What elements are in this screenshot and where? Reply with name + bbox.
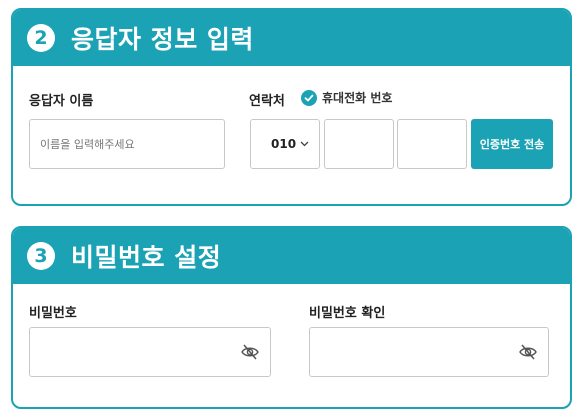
section-header: 2 응답자 정보 입력 — [13, 10, 570, 66]
section-title: 응답자 정보 입력 — [71, 25, 254, 54]
phone-last-input[interactable] — [397, 119, 467, 169]
contact-label: 연락처 — [249, 94, 285, 109]
password-section: 3 비밀번호 설정 비밀번호 비밀번호 확인 — [11, 226, 572, 409]
name-input[interactable] — [29, 119, 225, 169]
section-title: 비밀번호 설정 — [71, 243, 222, 272]
password-confirm-input[interactable] — [309, 327, 549, 377]
phone-middle-input[interactable] — [324, 119, 394, 169]
name-label: 응답자 이름 — [29, 94, 94, 109]
check-circle-icon — [301, 89, 317, 106]
password-label: 비밀번호 — [29, 306, 77, 321]
verified-indicator: 휴대전화 번호 — [301, 89, 392, 106]
password-input[interactable] — [29, 327, 271, 377]
send-verification-button[interactable]: 인증번호 전송 — [471, 119, 553, 169]
step-number-badge: 2 — [27, 24, 55, 52]
respondent-info-section: 2 응답자 정보 입력 응답자 이름 연락처 휴대전화 번호 010 인증번호 … — [11, 8, 572, 206]
section-header: 3 비밀번호 설정 — [13, 228, 570, 284]
chevron-down-icon — [300, 139, 309, 150]
eye-off-icon[interactable] — [240, 343, 260, 361]
phone-prefix-select[interactable]: 010 — [250, 119, 320, 169]
verified-text: 휴대전화 번호 — [322, 91, 393, 105]
step-number-badge: 3 — [27, 242, 55, 270]
phone-prefix-value: 010 — [271, 137, 297, 151]
password-confirm-label: 비밀번호 확인 — [309, 306, 386, 321]
eye-off-icon[interactable] — [518, 343, 538, 361]
